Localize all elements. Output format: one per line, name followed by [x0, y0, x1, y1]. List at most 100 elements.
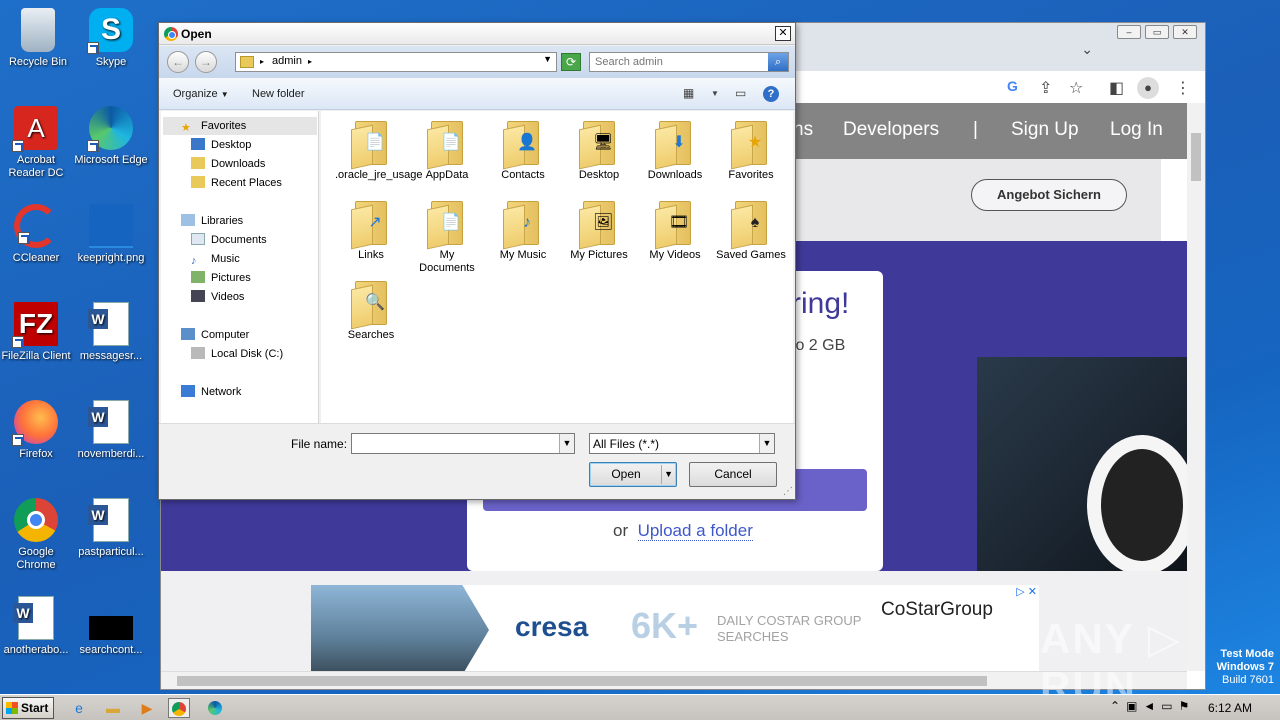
nav-pictures[interactable]: Pictures	[191, 270, 251, 287]
organize-button[interactable]: Organize ▼	[173, 88, 229, 100]
breadcrumb-chevron-icon[interactable]: ▸	[260, 57, 264, 66]
dialog-titlebar[interactable]: Open ✕	[159, 23, 795, 45]
system-tray[interactable]: ⌃▣◄▭⚑	[1110, 699, 1195, 713]
display-icon[interactable]: ▭	[1161, 699, 1178, 713]
network-tray-icon[interactable]: ▣	[1126, 699, 1143, 713]
folder-item[interactable]: 🎞 My Videos	[639, 199, 711, 262]
desktop-icon-searchcont[interactable]: searchcont...	[73, 596, 149, 657]
side-panel-icon[interactable]: ◧	[1109, 78, 1124, 98]
nav-libraries[interactable]: Libraries	[181, 213, 243, 230]
minimize-button[interactable]: ‒	[1117, 25, 1141, 39]
file-type-filter[interactable]: All Files (*.*) ▼	[589, 433, 775, 454]
new-folder-button[interactable]: New folder	[252, 88, 305, 100]
preview-pane-icon[interactable]: ▭	[735, 86, 746, 100]
folder-item[interactable]: 📄 AppData	[411, 119, 483, 182]
vertical-scrollbar[interactable]	[1187, 103, 1205, 671]
folder-item[interactable]: ★ Favorites	[715, 119, 787, 182]
nav-network[interactable]: Network	[181, 384, 241, 401]
folder-item[interactable]: ♠ Saved Games	[715, 199, 787, 262]
nav-desktop[interactable]: Desktop	[191, 137, 251, 154]
breadcrumb-chevron-icon[interactable]: ▸	[308, 57, 312, 66]
desktop-icon-recycle-bin[interactable]: Recycle Bin	[0, 8, 76, 69]
explorer-icon[interactable]: ▬	[102, 698, 124, 718]
nav-recent-places[interactable]: Recent Places	[191, 175, 282, 192]
media-player-icon[interactable]: ▶	[136, 698, 158, 718]
horizontal-scrollbar[interactable]	[161, 671, 1187, 689]
folder-item[interactable]: 📄 .oracle_jre_usage	[335, 119, 422, 182]
address-dropdown-icon[interactable]: ▼	[543, 54, 552, 64]
volume-icon[interactable]: ◄	[1143, 699, 1161, 713]
folder-item[interactable]: 🖥 Desktop	[563, 119, 635, 182]
close-window-button[interactable]: ✕	[1173, 25, 1197, 39]
advertisement-banner[interactable]: cresa 6K+ DAILY COSTAR GROUP SEARCHES CoS…	[311, 585, 1039, 675]
bookmark-star-icon[interactable]: ☆	[1069, 78, 1083, 98]
scrollbar-thumb[interactable]	[1191, 133, 1201, 181]
nav-downloads[interactable]: Downloads	[191, 156, 265, 173]
desktop-icon-edge[interactable]: Microsoft Edge	[73, 106, 149, 167]
file-name-combobox[interactable]: ▼	[351, 433, 575, 454]
folder-item[interactable]: 🔍 Searches	[335, 279, 407, 342]
folder-item[interactable]: 📄 My Documents	[411, 199, 483, 275]
nav-music[interactable]: ♪ Music	[191, 251, 240, 268]
edge-taskbar-icon[interactable]	[204, 698, 226, 718]
nav-videos[interactable]: Videos	[191, 289, 244, 306]
view-dropdown-icon[interactable]: ▼	[711, 89, 719, 98]
share-icon[interactable]: ⇪	[1039, 78, 1052, 98]
forward-button[interactable]: →	[195, 51, 217, 73]
desktop-icon-acrobat[interactable]: A Acrobat Reader DC	[0, 106, 74, 180]
chevron-down-icon[interactable]: ▼	[559, 434, 574, 453]
desktop-icon-chrome[interactable]: Google Chrome	[0, 498, 74, 572]
refresh-icon[interactable]: ⟳	[561, 53, 581, 71]
nav-favorites[interactable]: ★ Favorites	[181, 118, 246, 135]
desktop-icon-ccleaner[interactable]: CCleaner	[0, 204, 74, 265]
nav-computer[interactable]: Computer	[181, 327, 249, 344]
folder-item[interactable]: ♪ My Music	[487, 199, 559, 262]
nav-link-signup[interactable]: Sign Up	[1011, 119, 1079, 141]
dialog-close-button[interactable]: ✕	[775, 26, 791, 41]
folder-item[interactable]: ↗ Links	[335, 199, 407, 262]
folder-item[interactable]: 👤 Contacts	[487, 119, 559, 182]
desktop-icon-november[interactable]: W novemberdi...	[73, 400, 149, 461]
chevron-down-icon[interactable]: ▼	[759, 434, 774, 453]
desktop-icon-keepright[interactable]: keepright.png	[73, 204, 149, 265]
view-options-icon[interactable]: ▦	[683, 86, 694, 100]
start-button[interactable]: Start	[2, 697, 54, 719]
action-center-icon[interactable]: ⚑	[1179, 699, 1196, 713]
taskbar-clock[interactable]: 6:12 AM	[1208, 701, 1252, 715]
desktop-icon-filezilla[interactable]: FZ FileZilla Client	[0, 302, 74, 363]
nav-local-disk[interactable]: Local Disk (C:)	[191, 346, 283, 363]
folder-item[interactable]: 🖼 My Pictures	[563, 199, 635, 262]
help-icon[interactable]: ?	[763, 86, 779, 102]
open-button[interactable]: Open ▼	[589, 462, 677, 487]
desktop-icon-firefox[interactable]: Firefox	[0, 400, 74, 461]
nav-link-login[interactable]: Log In	[1110, 119, 1163, 141]
breadcrumb-admin[interactable]: admin	[272, 55, 302, 67]
upload-folder-link[interactable]: Upload a folder	[637, 521, 753, 541]
nav-link-developers[interactable]: Developers	[843, 119, 939, 141]
resize-grip-icon[interactable]: ⋰	[783, 486, 793, 497]
folder-item[interactable]: ⬇ Downloads	[639, 119, 711, 182]
tray-expand-icon[interactable]: ⌃	[1110, 699, 1126, 713]
google-icon[interactable]: G	[1007, 78, 1018, 94]
maximize-button[interactable]: ▭	[1145, 25, 1169, 39]
address-breadcrumb[interactable]: ▸ admin ▸ ▼	[235, 52, 557, 72]
chrome-taskbar-icon[interactable]	[168, 698, 190, 718]
ie-icon[interactable]: e	[68, 698, 90, 718]
tab-search-icon[interactable]: ⌄	[1081, 41, 1093, 58]
profile-avatar-icon[interactable]: ●	[1137, 77, 1159, 99]
scrollbar-thumb[interactable]	[177, 676, 987, 686]
search-icon[interactable]: ⌕	[768, 53, 788, 71]
open-dropdown-icon[interactable]: ▼	[664, 463, 673, 486]
menu-dots-icon[interactable]: ⋮	[1175, 78, 1191, 98]
desktop-icon-messages[interactable]: W messagesr...	[73, 302, 149, 363]
angebot-sichern-button[interactable]: Angebot Sichern	[971, 179, 1127, 211]
desktop-icon-pastparticul[interactable]: W pastparticul...	[73, 498, 149, 559]
desktop-icon-skype[interactable]: S Skype	[73, 8, 149, 69]
nav-documents[interactable]: Documents	[191, 232, 267, 249]
cancel-button[interactable]: Cancel	[689, 462, 777, 487]
adchoices-icon[interactable]: ▷ ✕	[1016, 585, 1037, 598]
back-button[interactable]: ←	[167, 51, 189, 73]
search-box[interactable]: ⌕	[589, 52, 789, 72]
desktop-icon-anotherabo[interactable]: W anotherabo...	[0, 596, 74, 657]
search-input[interactable]	[590, 53, 768, 71]
